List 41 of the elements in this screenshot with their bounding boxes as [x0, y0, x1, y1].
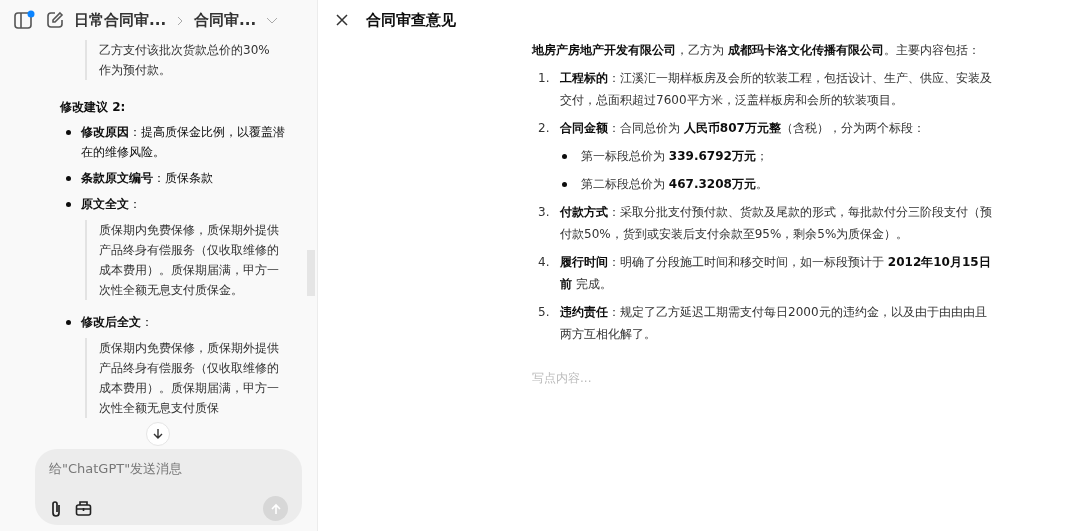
toolbox-icon[interactable] — [75, 500, 92, 517]
scroll-down-button[interactable] — [146, 422, 170, 446]
message-composer[interactable]: 给"ChatGPT"发送消息 — [35, 449, 302, 525]
list-item-text: 履行时间：明确了分段施工时间和移交时间，如一标段预计于 2012年10月15日前 完成。 — [560, 254, 992, 293]
breadcrumb-item[interactable]: 日常合同审... — [74, 8, 167, 32]
list-item-text: 第二标段总价为 467.3208万元。 — [581, 176, 768, 193]
list-item-text: 付款方式：采取分批支付预付款、货款及尾款的形式，每批款付分三阶段支付（预付款50%，货到或安装后支付余款至95%，剩余5%为质保金）。 — [560, 204, 993, 243]
list-number: 4. — [538, 254, 551, 271]
message-input[interactable]: 给"ChatGPT"发送消息 — [49, 459, 288, 483]
list-item-text: 合同金额：合同总价为 人民币807万元整（含税），分为两个标段： — [560, 120, 925, 137]
list-item-text: 第一标段总价为 339.6792万元； — [581, 148, 768, 165]
arrow-up-icon — [269, 502, 282, 515]
edit-icon[interactable] — [46, 11, 64, 29]
list-number: 2. — [538, 120, 551, 137]
paperclip-icon[interactable] — [49, 499, 63, 518]
bullet-icon — [562, 182, 567, 187]
suggestion-text: 条款原文编号：质保条款 — [81, 170, 213, 187]
bullet-icon — [66, 176, 71, 181]
suggestion-title: 修改建议 2: — [60, 99, 127, 116]
sidebar-toggle-icon[interactable] — [14, 10, 36, 30]
bullet-icon — [66, 202, 71, 207]
list-number: 5. — [538, 304, 551, 321]
list-item-text: 工程标的：江溪汇一期样板房及会所的软装工程，包括设计、生产、供应、安装及交付，总面积超过7600平方米，泛盖样板房和会所的软装项目。 — [560, 70, 993, 109]
list-item-text: 违约责任：规定了乙方延迟工期需支付每日2000元的违约金，以及由于由由由且两方互相化解了。 — [560, 304, 988, 343]
bullet-icon — [66, 320, 71, 325]
quote-text: 质保期内免费保修，质保期外提供产品终身有偿服务（仅收取维修的成本费用）。质保期届满，甲方一次性全额无息支付质保 — [99, 340, 280, 417]
close-icon[interactable] — [336, 14, 348, 26]
panel-title: 合同审查意见 — [366, 9, 456, 31]
intro-paragraph: 地房产房地产开发有限公司，乙方为 成都玛卡洛文化传播有限公司。主要内容包括： — [532, 42, 981, 59]
suggestion-text: 原文全文： — [81, 196, 141, 213]
suggestion-text: 修改原因：提高质保金比例，以覆盖潜在的维修风险。 — [81, 124, 285, 161]
bullet-icon — [66, 130, 71, 135]
list-number: 1. — [538, 70, 551, 87]
quote-text: 质保期内免费保修，质保期外提供产品终身有偿服务（仅收取维修的成本费用）。质保期届满，甲方一次性全额无息支付质保金。 — [99, 222, 280, 299]
quote-text: 作为预付款。 — [99, 62, 172, 79]
suggestion-text: 修改后全文： — [81, 314, 153, 331]
breadcrumb-item[interactable]: 合同审... — [194, 8, 257, 32]
bullet-icon — [562, 154, 567, 159]
list-number: 3. — [538, 204, 551, 221]
arrow-down-icon — [152, 428, 164, 440]
quote-text: 乙方支付该批次货款总价的30% — [99, 42, 271, 59]
